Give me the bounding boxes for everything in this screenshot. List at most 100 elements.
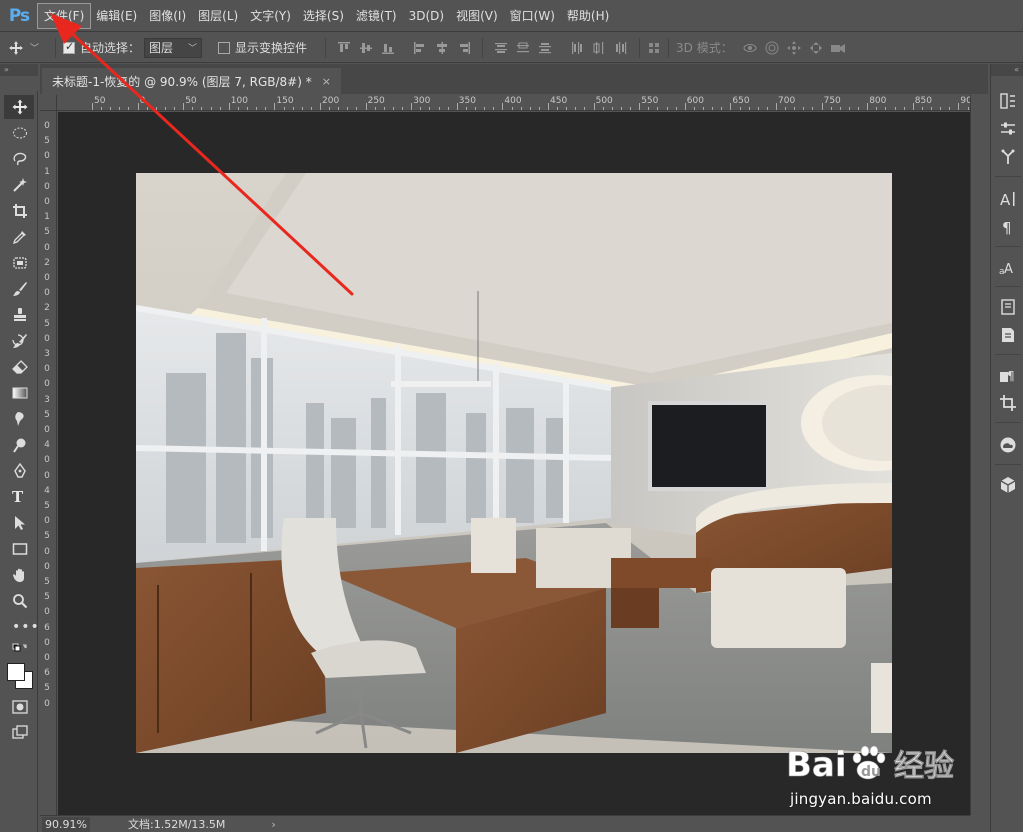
ruler-h-label: 600 (686, 96, 704, 106)
notes-panel-button[interactable] (997, 324, 1019, 346)
libraries-panel-button[interactable] (997, 296, 1019, 318)
brush-tool[interactable] (4, 277, 34, 301)
distribute-top-icon[interactable] (492, 39, 510, 57)
creative-cloud-button[interactable] (997, 434, 1019, 456)
menu-window[interactable]: 窗口(W) (504, 4, 561, 28)
gradient-tool[interactable] (4, 381, 34, 405)
ruler-major-tick (502, 103, 504, 110)
rectangle-tool[interactable] (4, 537, 34, 561)
menu-type[interactable]: 文字(Y) (244, 4, 297, 28)
more-tools[interactable]: ••• (4, 615, 39, 639)
character-styles-button[interactable]: Aa (997, 256, 1019, 278)
lasso-tool[interactable] (4, 147, 34, 171)
3d-pan-icon[interactable] (785, 39, 803, 57)
3d-slide-icon[interactable] (807, 39, 825, 57)
distribute-left-icon[interactable] (568, 39, 586, 57)
zoom-tool[interactable] (4, 589, 34, 613)
3d-camera-icon[interactable] (829, 39, 847, 57)
menu-view[interactable]: 视图(V) (450, 4, 504, 28)
screen-mode-button[interactable] (4, 721, 34, 745)
move-tool-preset[interactable]: ﹀ (8, 33, 48, 63)
color-swatches[interactable] (5, 661, 33, 691)
align-right-icon[interactable] (455, 39, 473, 57)
menu-file[interactable]: 文件(F) (36, 2, 92, 29)
3d-rotate-icon[interactable] (741, 39, 759, 57)
adjustments-panel-button[interactable] (997, 118, 1019, 140)
menu-help[interactable]: 帮助(H) (561, 4, 615, 28)
ruler-minor-tick (575, 107, 577, 110)
align-left-icon[interactable] (411, 39, 429, 57)
eyedropper-tool[interactable] (4, 225, 34, 249)
align-hcenter-icon[interactable] (433, 39, 451, 57)
history-brush-tool[interactable] (4, 329, 34, 353)
hand-tool[interactable] (4, 563, 34, 587)
ruler-minor-tick (566, 107, 568, 110)
distribute-bottom-icon[interactable] (536, 39, 554, 57)
ruler-h-label: 500 (595, 96, 613, 106)
crop-tool[interactable] (4, 199, 34, 223)
3d-panel-button[interactable] (997, 474, 1019, 496)
auto-select-toggle[interactable]: 自动选择： (63, 33, 140, 63)
align-vcenter-icon[interactable] (357, 39, 375, 57)
quick-mask-button[interactable] (4, 695, 34, 719)
distribute-vcenter-icon[interactable] (514, 39, 532, 57)
vertical-scrollbar[interactable] (970, 95, 988, 815)
menu-select[interactable]: 选择(S) (297, 4, 350, 28)
menu-filter[interactable]: 滤镜(T) (350, 4, 403, 28)
ruler-h-label: 0 (139, 96, 146, 106)
menu-3d[interactable]: 3D(D) (403, 4, 450, 28)
pen-tool[interactable] (4, 459, 34, 483)
3d-roll-icon[interactable] (763, 39, 781, 57)
magic-wand-tool[interactable] (4, 173, 34, 197)
zoom-level-field[interactable]: 90.91% (42, 816, 90, 832)
horizontal-ruler[interactable]: 50 0 50 100 150 200 250 300 350 400 450 500 550 600 65… (57, 95, 970, 111)
tools-panel: T ••• (0, 91, 39, 832)
character-panel-button[interactable]: A (997, 188, 1019, 210)
type-tool[interactable]: T (4, 485, 34, 509)
paragraph-panel-button[interactable]: ¶ (997, 216, 1019, 238)
distribute-hcenter-icon[interactable] (590, 39, 608, 57)
move-tool[interactable] (4, 95, 34, 119)
align-bottom-icon[interactable] (379, 39, 397, 57)
panel-collapse-button[interactable]: « (991, 64, 1023, 76)
baidu-logo: Bai du 经验 (786, 745, 955, 786)
ruler-h-label: 750 (823, 96, 841, 106)
ruler-h-label: 450 (550, 96, 568, 106)
menu-edit[interactable]: 编辑(E) (90, 4, 143, 28)
eraser-tool[interactable] (4, 355, 34, 379)
paragraph-styles-button[interactable]: ¶ (997, 364, 1019, 386)
foreground-color-swatch[interactable] (7, 663, 25, 681)
office-photo-layer[interactable] (136, 173, 892, 753)
menu-image[interactable]: 图像(I) (143, 4, 192, 28)
auto-select-checkbox[interactable] (63, 40, 75, 54)
status-menu-arrow[interactable]: › (271, 818, 275, 831)
ruler-minor-tick (155, 107, 157, 110)
channels-panel-button[interactable] (997, 146, 1019, 168)
toolbar-collapse-button[interactable]: » (0, 64, 38, 76)
path-selection-tool[interactable] (4, 511, 34, 535)
ruler-origin[interactable] (40, 95, 57, 111)
close-icon[interactable]: × (322, 75, 331, 88)
distribute-right-icon[interactable] (612, 39, 630, 57)
swap-colors-button[interactable] (4, 639, 34, 663)
stamp-tool[interactable] (4, 303, 34, 327)
cube-icon (1000, 477, 1016, 493)
dodge-tool[interactable] (4, 433, 34, 457)
ruler-minor-tick (119, 107, 121, 110)
canvas-area[interactable] (58, 112, 970, 815)
show-transform-toggle[interactable]: 显示变换控件 (218, 33, 307, 63)
document-tab[interactable]: 未标题-1-恢复的 @ 90.9% (图层 7, RGB/8#) * × (42, 68, 341, 94)
ruler-minor-tick (721, 107, 723, 110)
marquee-tool[interactable] (4, 121, 34, 145)
vertical-ruler[interactable]: 0 5 0 1 0 0 1 5 0 2 0 0 2 5 0 3 0 0 3 5 0 4 0 0 4 5 0 5 0 0 5 5 0 6 0 0 6 5 0 (40, 111, 57, 815)
blur-tool[interactable] (4, 407, 34, 431)
svg-text:du: du (861, 764, 881, 780)
menu-layer[interactable]: 图层(L) (192, 4, 244, 28)
show-transform-checkbox[interactable] (218, 41, 231, 54)
history-panel-button[interactable] (997, 90, 1019, 112)
auto-align-button[interactable] (647, 33, 661, 63)
frame-tool[interactable] (4, 251, 34, 275)
crop-panel-button[interactable] (997, 392, 1019, 414)
align-top-icon[interactable] (335, 39, 353, 57)
auto-select-target-dropdown[interactable]: 图层 ﹀ (144, 37, 203, 58)
